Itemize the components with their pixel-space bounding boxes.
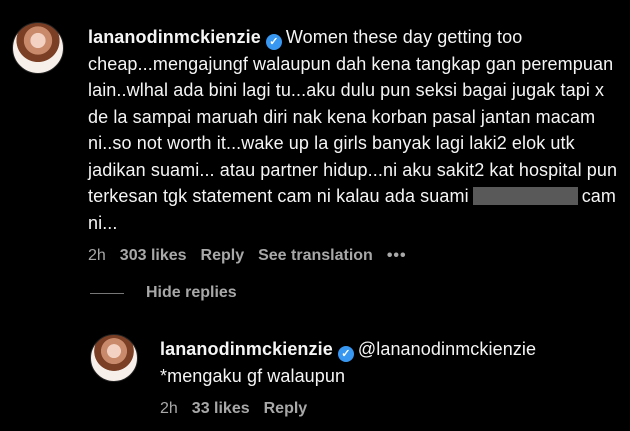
- timestamp: 2h: [160, 400, 178, 417]
- comment-meta: 2h 303 likes Reply See translation •••: [88, 247, 618, 265]
- comment-text: lananodinmckienzie ✓ Women these day getti…: [88, 24, 618, 236]
- see-translation-button[interactable]: See translation: [258, 247, 373, 265]
- likes-count[interactable]: 303 likes: [120, 247, 187, 265]
- username[interactable]: lananodinmckienzie: [160, 339, 333, 359]
- hide-replies-label: Hide replies: [146, 284, 237, 301]
- reply-meta: 2h 33 likes Reply: [160, 400, 620, 418]
- hide-replies-button[interactable]: Hide replies: [90, 284, 237, 302]
- verified-badge-icon: ✓: [337, 346, 354, 362]
- avatar[interactable]: [90, 334, 138, 382]
- more-options-icon[interactable]: •••: [387, 247, 407, 265]
- divider-line: [90, 292, 124, 294]
- reply-comment: lananodinmckienzie ✓ @lananodinmckienzie *m…: [160, 336, 620, 418]
- avatar[interactable]: [12, 22, 64, 74]
- comment-body: Women these day getting too cheap...meng…: [88, 27, 618, 206]
- likes-count[interactable]: 33 likes: [192, 400, 250, 418]
- reply-button[interactable]: Reply: [264, 400, 308, 418]
- reply-body: *mengaku gf walaupun: [160, 365, 346, 386]
- reply-button[interactable]: Reply: [201, 247, 245, 265]
- reply-text: lananodinmckienzie ✓ @lananodinmckienzie *m…: [160, 336, 620, 389]
- redaction-block: [472, 187, 578, 205]
- timestamp: 2h: [88, 247, 106, 264]
- comment: lananodinmckienzie ✓ Women these day getti…: [88, 24, 618, 265]
- username[interactable]: lananodinmckienzie: [88, 27, 261, 47]
- verified-badge-icon: ✓: [265, 34, 282, 50]
- mention-link[interactable]: @lananodinmckienzie: [358, 339, 536, 359]
